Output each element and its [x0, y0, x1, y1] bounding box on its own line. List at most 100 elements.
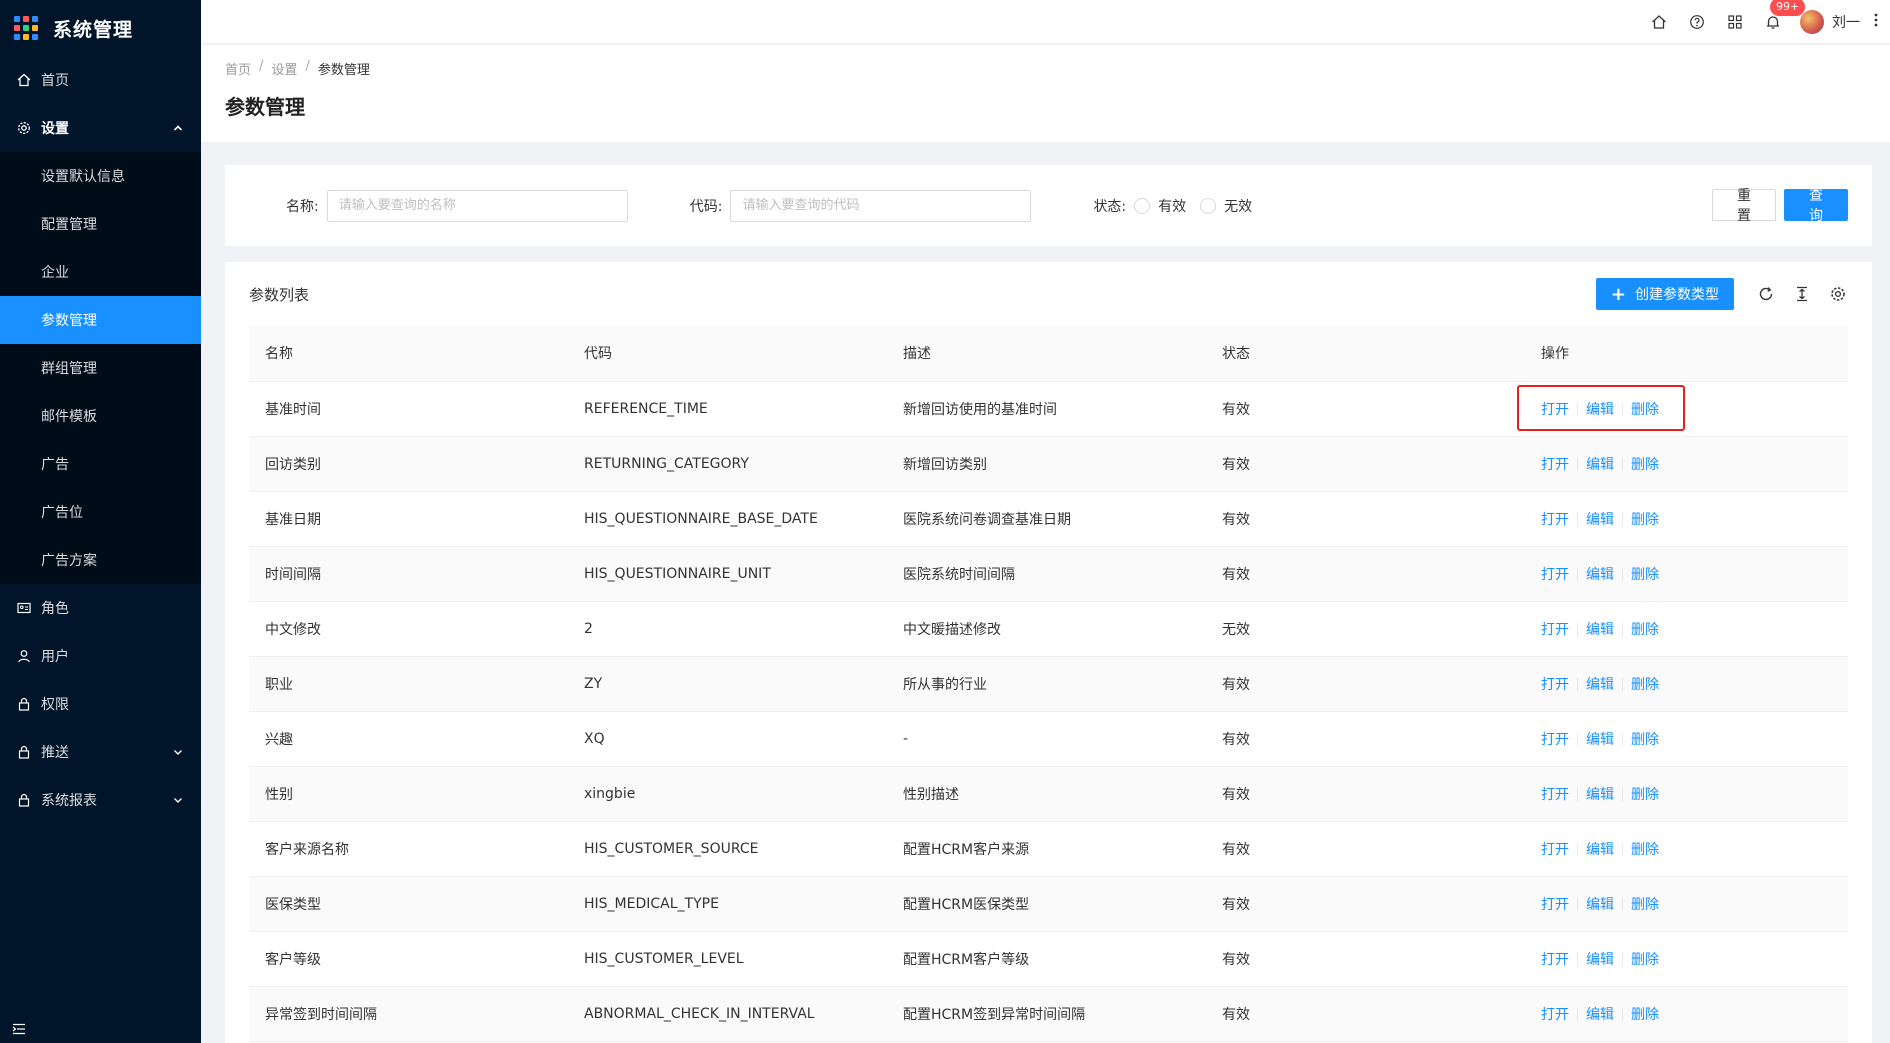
logo[interactable]: 系统管理 [0, 0, 201, 56]
apps-icon[interactable] [1716, 0, 1754, 44]
sidebar-item-label: 设置默认信息 [41, 169, 125, 185]
sidebar: 系统管理 首页 设置 设置默认信息配置管理 企业 参数管理 群组管理 邮件模板 广告 广告位… [0, 0, 201, 1043]
edit-link[interactable]: 编辑 [1586, 787, 1614, 803]
delete-link[interactable]: 删除 [1631, 897, 1659, 913]
radio-label: 无效 [1224, 198, 1253, 215]
sidebar-subitem[interactable]: 群组管理 [0, 344, 201, 392]
setting-icon[interactable] [1820, 278, 1856, 310]
sidebar-item-settings[interactable]: 设置 [0, 104, 201, 152]
edit-link[interactable]: 编辑 [1586, 1007, 1614, 1023]
action-divider [1622, 1008, 1623, 1021]
breadcrumb-home[interactable]: 首页 [225, 59, 251, 78]
edit-link[interactable]: 编辑 [1586, 897, 1614, 913]
status-valid-radio[interactable]: 有效 [1134, 196, 1186, 216]
sidebar-subitem[interactable]: 广告 [0, 440, 201, 488]
delete-link[interactable]: 删除 [1631, 677, 1659, 693]
delete-link[interactable]: 删除 [1631, 787, 1659, 803]
open-link[interactable]: 打开 [1541, 567, 1569, 583]
open-link[interactable]: 打开 [1541, 897, 1569, 913]
table-row: 职业 ZY 所从事的行业 有效 打开 编辑 删除 [249, 656, 1848, 712]
cell-desc: 配置HCRM医保类型 [887, 876, 1206, 932]
reload-icon[interactable] [1748, 278, 1784, 310]
sidebar-subitem[interactable]: 邮件模板 [0, 392, 201, 440]
cell-desc: 医院系统问卷调查基准日期 [887, 491, 1206, 547]
sidebar-subitem[interactable]: 配置管理 [0, 200, 201, 248]
open-link[interactable]: 打开 [1541, 1007, 1569, 1023]
table-row: 异常签到时间间隔 ABNORMAL_CHECK_IN_INTERVAL 配置HCRM… [249, 986, 1848, 1042]
edit-link[interactable]: 编辑 [1586, 457, 1614, 473]
cell-status: 有效 [1206, 986, 1525, 1042]
col-header-name[interactable]: 名称 [249, 326, 568, 382]
edit-link[interactable]: 编辑 [1586, 512, 1614, 528]
cell-actions: 打开 编辑 删除 [1525, 931, 1848, 987]
edit-link[interactable]: 编辑 [1586, 567, 1614, 583]
open-link[interactable]: 打开 [1541, 787, 1569, 803]
create-param-type-button[interactable]: + 创建参数类型 [1595, 278, 1734, 310]
name-search-input[interactable] [326, 189, 628, 222]
open-link[interactable]: 打开 [1541, 622, 1569, 638]
col-header-code[interactable]: 代码 [568, 326, 887, 382]
sidebar-item-permission[interactable]: 权限 [0, 680, 201, 728]
open-link[interactable]: 打开 [1541, 842, 1569, 858]
delete-link[interactable]: 删除 [1631, 512, 1659, 528]
create-button-label: 创建参数类型 [1635, 287, 1719, 303]
user-menu[interactable]: 刘一 [1800, 10, 1860, 34]
action-divider [1577, 733, 1578, 746]
cell-code: xingbie [568, 766, 887, 822]
delete-link[interactable]: 删除 [1631, 842, 1659, 858]
more-icon[interactable] [1874, 12, 1878, 32]
query-button[interactable]: 查 询 [1784, 188, 1848, 224]
sidebar-subitem[interactable]: 参数管理 [0, 296, 201, 344]
sidebar-item-push[interactable]: 推送 [0, 728, 201, 776]
help-icon[interactable] [1678, 0, 1716, 44]
bell-icon[interactable]: 99+ [1754, 0, 1806, 44]
code-search-input[interactable] [730, 189, 1032, 222]
open-link[interactable]: 打开 [1541, 952, 1569, 968]
col-header-desc[interactable]: 描述 [887, 326, 1206, 382]
home-icon [16, 72, 32, 88]
delete-link[interactable]: 删除 [1631, 402, 1659, 418]
open-link[interactable]: 打开 [1541, 457, 1569, 473]
delete-link[interactable]: 删除 [1631, 457, 1659, 473]
breadcrumb-settings[interactable]: 设置 [271, 59, 297, 78]
action-divider [1622, 733, 1623, 746]
delete-link[interactable]: 删除 [1631, 1007, 1659, 1023]
cell-actions: 打开 编辑 删除 [1525, 436, 1848, 492]
sidebar-item-report[interactable]: 系统报表 [0, 776, 201, 824]
open-link[interactable]: 打开 [1541, 732, 1569, 748]
delete-link[interactable]: 删除 [1631, 622, 1659, 638]
open-link[interactable]: 打开 [1541, 402, 1569, 418]
sidebar-subitem[interactable]: 广告位 [0, 488, 201, 536]
edit-link[interactable]: 编辑 [1586, 952, 1614, 968]
table-row: 客户来源名称 HIS_CUSTOMER_SOURCE 配置HCRM客户来源 有效 打开 编… [249, 821, 1848, 877]
delete-link[interactable]: 删除 [1631, 732, 1659, 748]
menu-fold-icon[interactable] [12, 1023, 26, 1039]
edit-link[interactable]: 编辑 [1586, 677, 1614, 693]
edit-link[interactable]: 编辑 [1586, 732, 1614, 748]
status-invalid-radio[interactable]: 无效 [1200, 196, 1252, 216]
sidebar-item-role[interactable]: 角色 [0, 584, 201, 632]
edit-link[interactable]: 编辑 [1586, 622, 1614, 638]
col-header-status[interactable]: 状态 [1206, 326, 1525, 382]
cell-code: HIS_QUESTIONNAIRE_UNIT [568, 546, 887, 602]
delete-link[interactable]: 删除 [1631, 567, 1659, 583]
sidebar-subitem[interactable]: 设置默认信息 [0, 152, 201, 200]
sidebar-subitem[interactable]: 企业 [0, 248, 201, 296]
settings-submenu: 设置默认信息配置管理 企业 参数管理 群组管理 邮件模板 广告 广告位 广告方案 [0, 152, 201, 584]
delete-link[interactable]: 删除 [1631, 952, 1659, 968]
sidebar-item-home[interactable]: 首页 [0, 56, 201, 104]
column-height-icon[interactable] [1784, 278, 1820, 310]
home-icon[interactable] [1640, 0, 1678, 44]
edit-link[interactable]: 编辑 [1586, 842, 1614, 858]
action-divider [1622, 678, 1623, 691]
open-link[interactable]: 打开 [1541, 512, 1569, 528]
open-link[interactable]: 打开 [1541, 677, 1569, 693]
sidebar-item-user[interactable]: 用户 [0, 632, 201, 680]
lock-icon [16, 744, 32, 760]
edit-link[interactable]: 编辑 [1586, 402, 1614, 418]
sidebar-item-label: 推送 [41, 745, 69, 761]
reset-button[interactable]: 重 置 [1712, 188, 1776, 224]
cell-actions: 打开 编辑 删除 [1525, 491, 1848, 547]
sidebar-subitem[interactable]: 广告方案 [0, 536, 201, 584]
action-divider [1622, 788, 1623, 801]
